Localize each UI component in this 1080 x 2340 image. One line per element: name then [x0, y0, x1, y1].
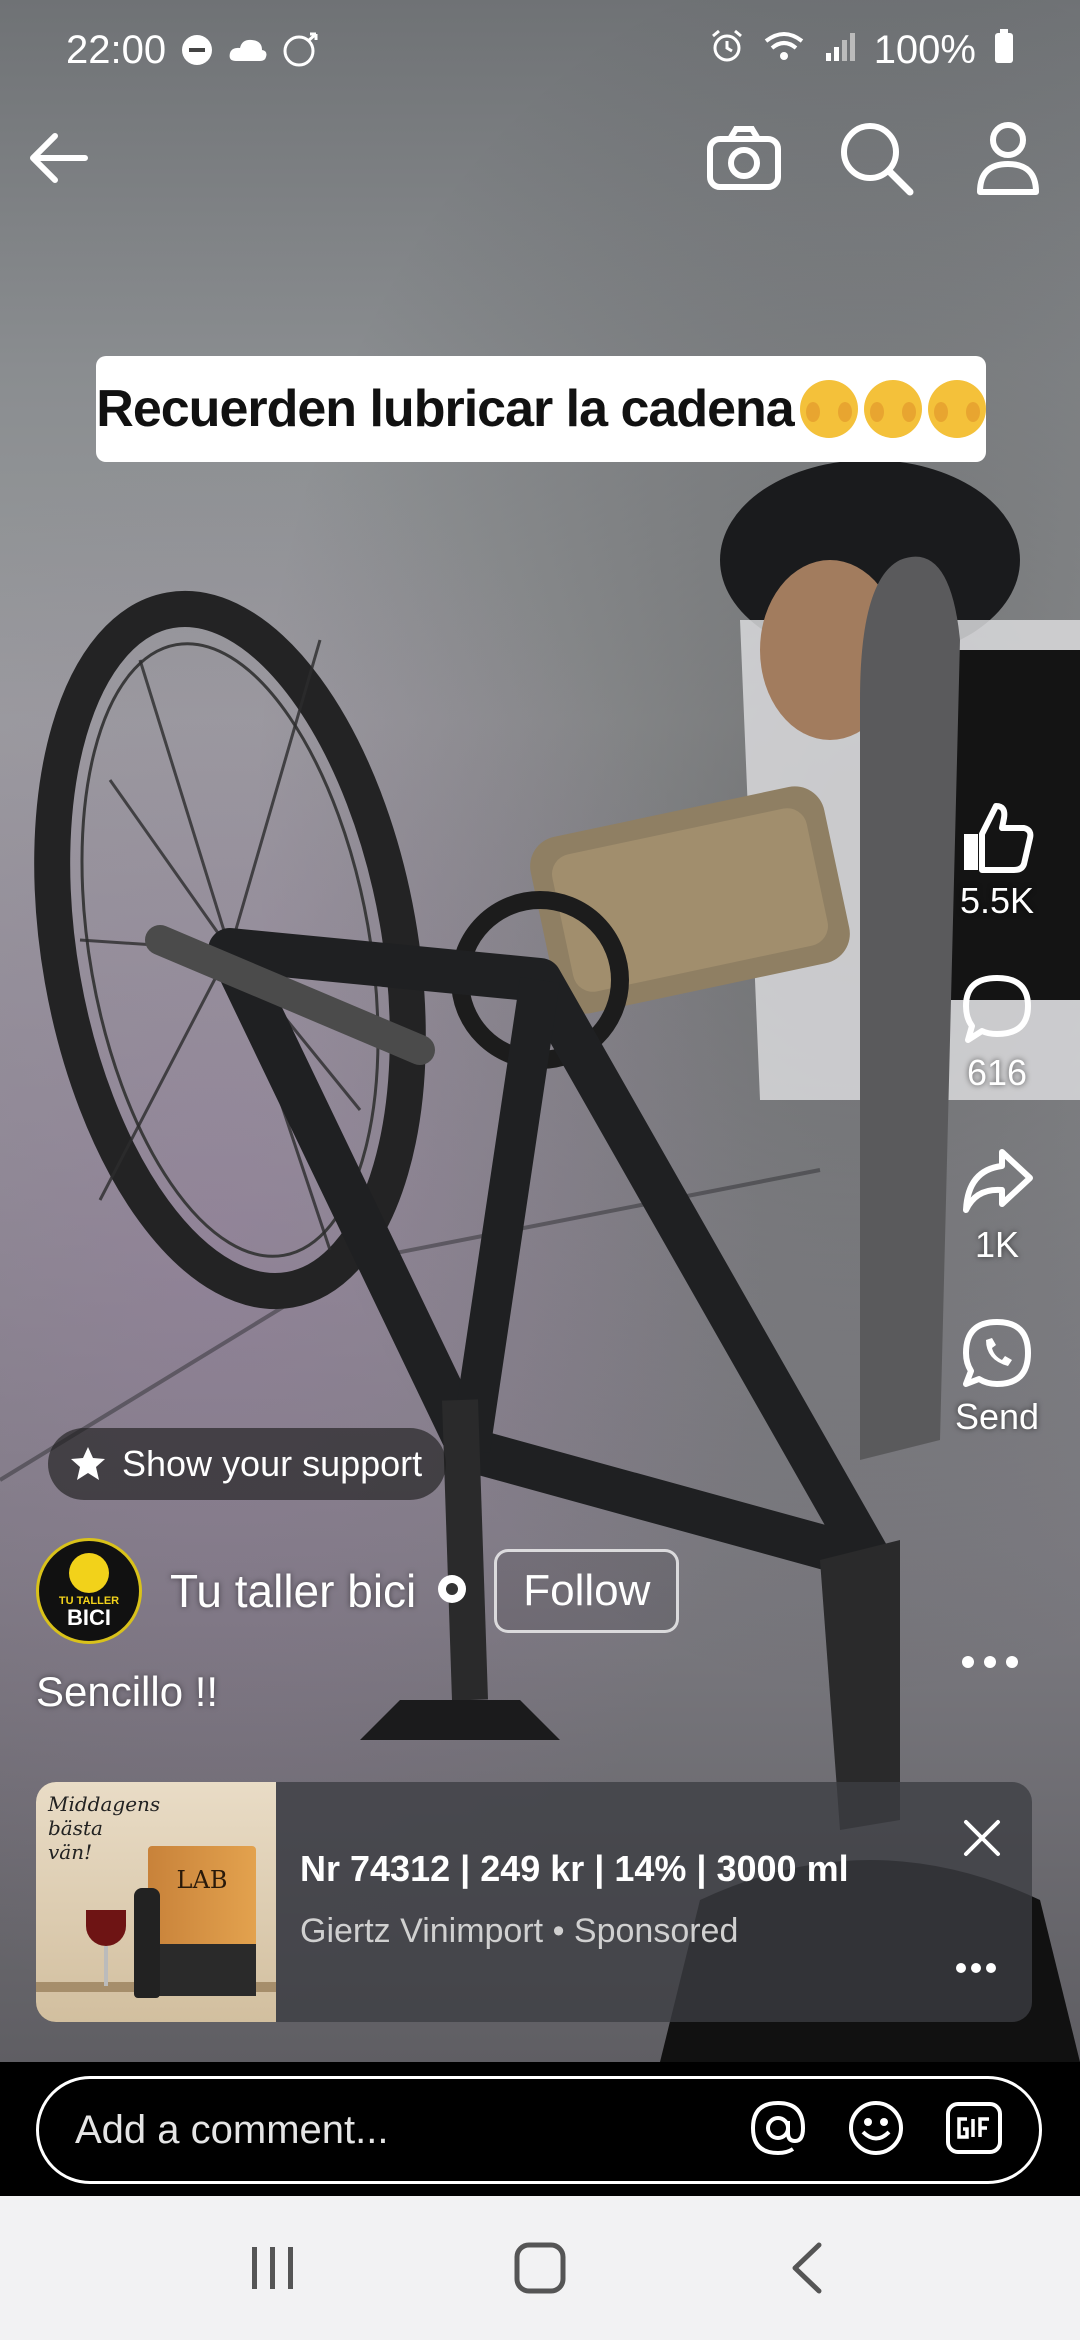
alarm-icon [710, 28, 744, 73]
status-time: 22:00 [66, 27, 167, 72]
comment-button[interactable]: 616 [932, 972, 1062, 1094]
volvo-icon [282, 31, 320, 69]
comment-bar: Add a comment... [0, 2062, 1080, 2196]
avatar[interactable]: TU TALLER BICI [36, 1538, 142, 1644]
emoji-icon[interactable] [847, 2099, 905, 2162]
back-icon[interactable] [757, 2228, 857, 2308]
comment-bubble-icon [963, 975, 1031, 1043]
scared-face-emoji-icon [863, 380, 922, 438]
close-icon[interactable] [962, 1818, 1002, 1863]
gif-icon[interactable] [945, 2099, 1003, 2162]
video-player[interactable] [0, 0, 1080, 2062]
mention-icon[interactable] [749, 2099, 807, 2162]
wine-box-label: LAB [176, 1866, 228, 1894]
share-count: 1K [974, 1224, 1020, 1265]
wifi-icon [762, 28, 806, 73]
settings-gear-icon [434, 1571, 470, 1612]
avatar-text-bottom: BICI [67, 1605, 111, 1630]
back-arrow-icon[interactable] [12, 110, 108, 206]
ad-subtitle: Giertz Vinimport • Sponsored [300, 1912, 1032, 1951]
show-support-button[interactable]: Show your support [48, 1428, 447, 1500]
signal-icon [824, 28, 856, 73]
cloud-icon [228, 35, 268, 65]
send-label: Send [954, 1396, 1040, 1437]
ad-more-options-icon[interactable] [954, 1961, 998, 1980]
comment-placeholder: Add a comment... [75, 2107, 389, 2152]
show-support-label: Show your support [122, 1443, 423, 1484]
share-button[interactable]: 1K [932, 1144, 1062, 1266]
wine-bottle-icon [134, 1888, 160, 1998]
comment-input[interactable]: Add a comment... [36, 2076, 1042, 2184]
status-bar: 22:00 100% [0, 0, 1080, 100]
video-frame-bicycle [0, 460, 1080, 2062]
action-rail: 5.5K 616 1K Send [932, 800, 1062, 1488]
author-row: TU TALLER BICI Tu taller bici Follow [36, 1538, 680, 1644]
do-not-disturb-icon [180, 33, 214, 67]
ad-thumb-handwriting: Middagens bästa vän! [48, 1792, 161, 1864]
follow-button[interactable]: Follow [494, 1549, 680, 1633]
wine-glass-icon [86, 1910, 126, 1946]
battery-percent: 100% [873, 27, 976, 72]
sponsored-ad-card[interactable]: Middagens bästa vän! LAB Nr 74312 | 249 … [36, 1782, 1032, 2022]
top-bar [0, 110, 1080, 210]
scared-face-emoji-icon [799, 380, 858, 438]
scared-face-emoji-icon [927, 380, 986, 438]
thumbs-up-icon [964, 803, 1034, 873]
home-icon[interactable] [490, 2228, 590, 2308]
video-caption: Recuerden lubricar la cadena [96, 356, 986, 462]
ad-separator: • [543, 1912, 574, 1950]
wine-box-icon: LAB [148, 1846, 256, 1996]
ad-info: Nr 74312 | 249 kr | 14% | 3000 ml Giertz… [276, 1782, 1032, 2022]
ad-title: Nr 74312 | 249 kr | 14% | 3000 ml [300, 1848, 849, 1889]
system-nav-bar [0, 2196, 1080, 2340]
like-count: 5.5K [959, 880, 1035, 921]
wine-glass-stem [104, 1946, 108, 1986]
wine-box-base [148, 1944, 256, 1996]
share-arrow-icon [963, 1149, 1033, 1213]
more-options-icon[interactable] [960, 1652, 1020, 1677]
like-button[interactable]: 5.5K [932, 800, 1062, 922]
comment-count: 616 [966, 1052, 1028, 1093]
battery-icon [994, 28, 1014, 73]
ad-sponsored-label: Sponsored [573, 1912, 739, 1950]
avatar-logo-icon [69, 1553, 109, 1593]
star-badge-icon [71, 1447, 105, 1480]
post-description: Sencillo !! [36, 1668, 219, 1715]
ad-thumbnail: Middagens bästa vän! LAB [36, 1782, 276, 2022]
recents-icon[interactable] [223, 2228, 323, 2308]
search-icon[interactable] [828, 110, 924, 206]
ad-advertiser: Giertz Vinimport [300, 1912, 544, 1950]
send-button[interactable]: Send [932, 1316, 1062, 1438]
author-name[interactable]: Tu taller bici [170, 1564, 416, 1618]
whatsapp-icon [963, 1319, 1031, 1387]
video-caption-text: Recuerden lubricar la cadena [96, 380, 794, 438]
camera-icon[interactable] [696, 110, 792, 206]
profile-icon[interactable] [960, 110, 1056, 206]
